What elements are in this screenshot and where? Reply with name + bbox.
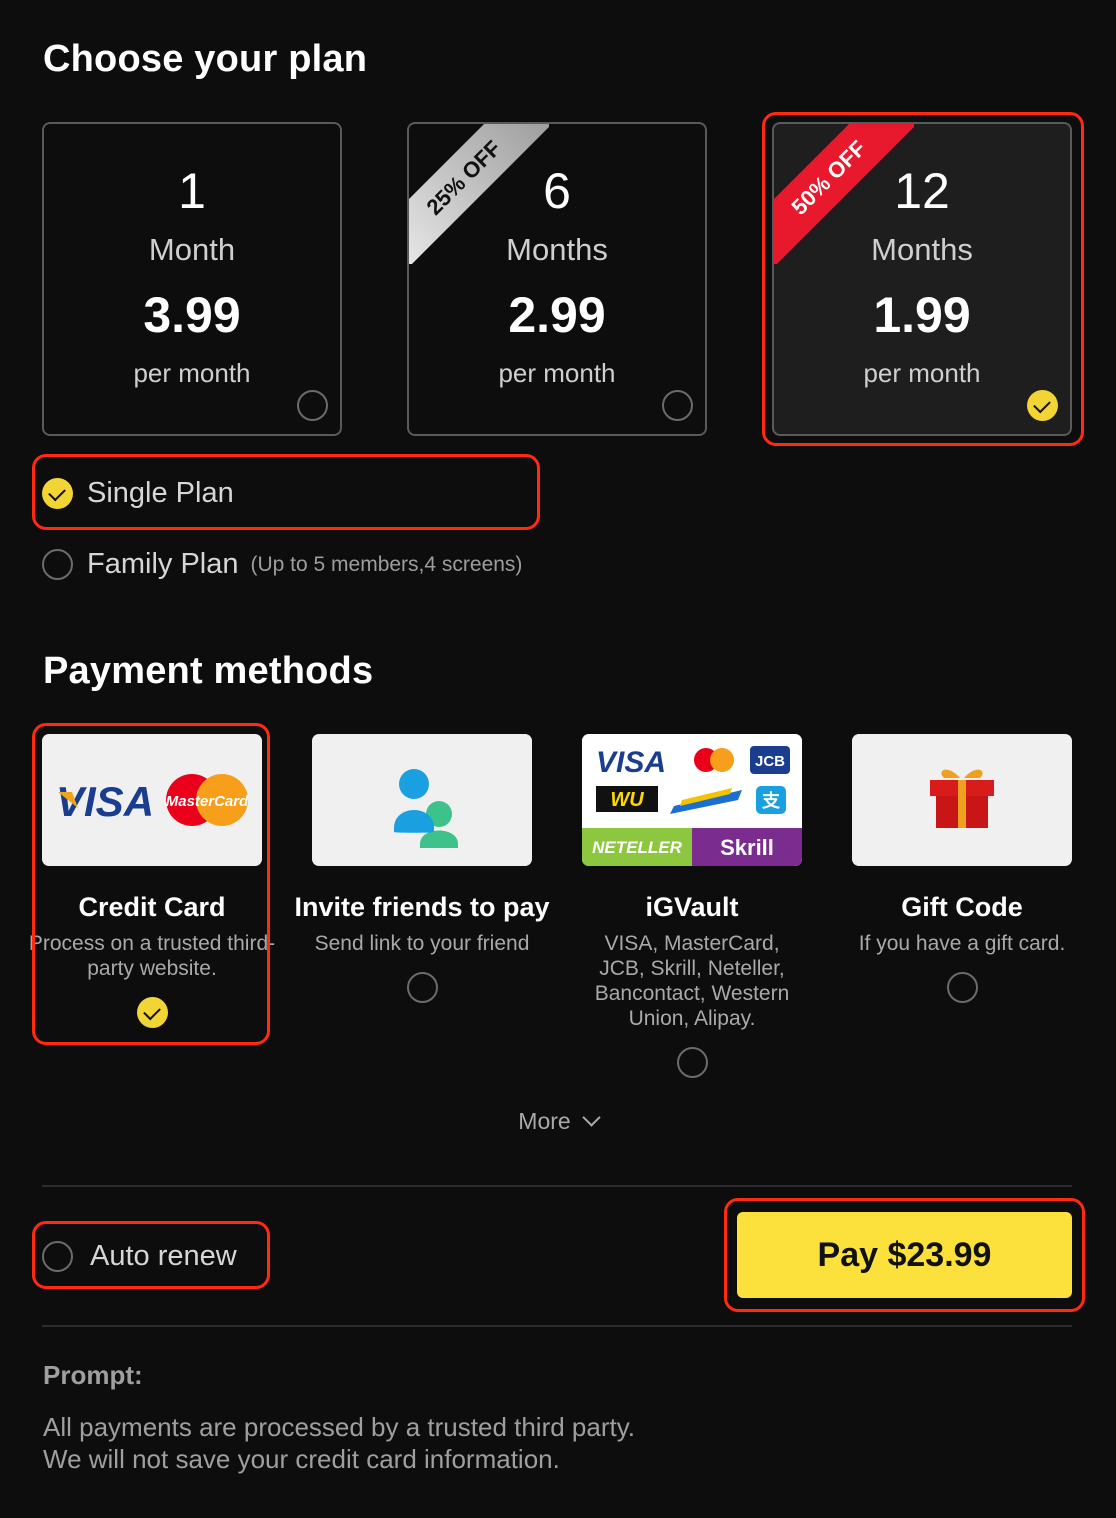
visa-logo-text: VISA <box>596 746 666 779</box>
single-plan-label: Single Plan <box>87 477 234 509</box>
plan-card-1-month[interactable]: 1 Month 3.99 per month <box>42 122 342 436</box>
auto-renew-label: Auto renew <box>90 1240 237 1272</box>
plan-radio[interactable] <box>662 390 693 421</box>
gift-icon <box>852 734 1072 866</box>
plan-radio[interactable] <box>297 390 328 421</box>
more-label: More <box>518 1108 571 1134</box>
plan-duration: 1 <box>178 163 206 219</box>
payment-method-igvault[interactable]: VISA JCB WU 支 NETELLER Skrill iGVault VI… <box>557 734 827 1078</box>
payment-section-title: Payment methods <box>43 650 374 692</box>
family-plan-note: (Up to 5 members,4 screens) <box>250 552 523 576</box>
skrill-logo-text: Skrill <box>720 835 774 860</box>
payment-method-desc: VISA, MasterCard, JCB, Skrill, Neteller,… <box>594 932 790 1030</box>
plan-radio-checked[interactable] <box>1027 390 1058 421</box>
payment-method-desc: Process on a trusted third-party website… <box>28 932 276 980</box>
auto-renew-option[interactable]: Auto renew <box>42 1240 237 1273</box>
visa-mastercard-logo: VISA MasterCard <box>56 774 249 826</box>
payment-radio[interactable] <box>946 972 978 1003</box>
divider <box>42 1185 1072 1187</box>
pay-button[interactable]: Pay $23.99 <box>737 1212 1072 1298</box>
chevron-down-icon <box>582 1108 601 1127</box>
plan-unit: Month <box>148 232 236 267</box>
payment-radio[interactable] <box>406 972 438 1003</box>
family-plan-radio[interactable] <box>42 549 73 580</box>
plan-price: 2.99 <box>508 287 606 343</box>
igvault-logos: VISA JCB WU 支 NETELLER Skrill <box>582 734 802 866</box>
auto-renew-radio[interactable] <box>42 1241 73 1272</box>
payment-method-title: Credit Card <box>78 892 226 922</box>
jcb-logo-text: JCB <box>755 753 785 770</box>
prompt-text-line-1: All payments are processed by a trusted … <box>43 1412 636 1442</box>
wu-logo-text: WU <box>610 789 644 811</box>
family-plan-option[interactable]: Family Plan (Up to 5 members,4 screens) <box>42 548 522 581</box>
payment-method-desc: If you have a gift card. <box>858 932 1066 955</box>
plan-price: 3.99 <box>143 287 241 343</box>
plan-per-label: per month <box>133 358 251 388</box>
neteller-logo-text: NETELLER <box>592 838 682 857</box>
single-plan-radio[interactable] <box>42 478 73 509</box>
plan-duration: 12 <box>894 163 950 219</box>
plan-per-label: per month <box>863 358 981 388</box>
payment-method-title: Gift Code <box>901 892 1023 922</box>
plan-unit: Months <box>871 232 973 267</box>
plan-per-label: per month <box>498 358 616 388</box>
users-icon <box>312 734 532 866</box>
plan-section-title: Choose your plan <box>43 38 368 80</box>
payment-method-title: iGVault <box>645 892 739 922</box>
payment-method-gift-code[interactable]: Gift Code If you have a gift card. <box>827 734 1097 1003</box>
more-toggle[interactable]: More <box>0 1108 1116 1135</box>
single-plan-option[interactable]: Single Plan <box>42 477 234 510</box>
divider <box>42 1325 1072 1327</box>
payment-method-desc: Send link to your friend <box>314 932 530 955</box>
plan-price: 1.99 <box>873 287 971 343</box>
plan-card-12-months[interactable]: 50% OFF 12 Months 1.99 per month <box>772 122 1072 436</box>
prompt-title: Prompt: <box>43 1360 143 1390</box>
plan-duration: 6 <box>543 163 571 219</box>
payment-radio-checked[interactable] <box>136 997 168 1028</box>
family-plan-label: Family Plan <box>87 548 239 580</box>
payment-method-credit-card[interactable]: VISA MasterCard Credit Card Process on a… <box>17 734 287 1028</box>
payment-method-title: Invite friends to pay <box>294 892 550 922</box>
mastercard-logo-text: MasterCard <box>166 793 249 810</box>
payment-radio[interactable] <box>676 1047 708 1078</box>
credit-card-logo: VISA MasterCard <box>42 734 262 866</box>
payment-method-invite-friends[interactable]: Invite friends to pay Send link to your … <box>287 734 557 1003</box>
prompt-text-line-2: We will not save your credit card inform… <box>43 1444 560 1474</box>
plan-unit: Months <box>506 232 608 267</box>
alipay-logo-text: 支 <box>761 790 781 812</box>
plan-card-6-months[interactable]: 25% OFF 6 Months 2.99 per month <box>407 122 707 436</box>
